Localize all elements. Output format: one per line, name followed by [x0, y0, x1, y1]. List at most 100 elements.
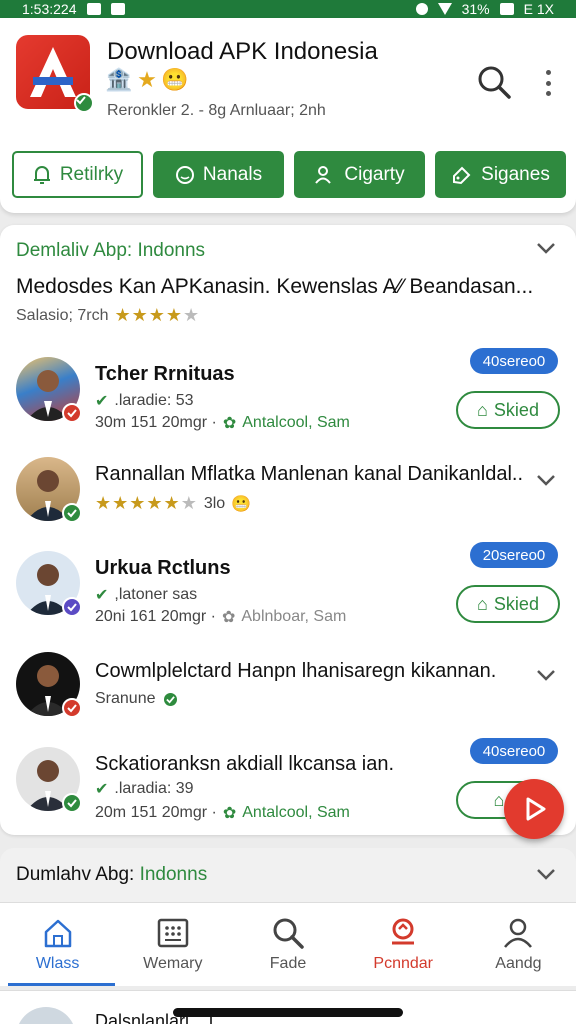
bottom-navigation: Wlass Wemary Fade Pcnndar Aandg: [0, 902, 576, 986]
list-item[interactable]: Sckatioranksn akdiall lkcansa ian. ✔ .lar…: [0, 738, 576, 833]
item-subline: ✔ ,latoner sas: [95, 585, 197, 605]
app-header-card: Download APK Indonesia 🏦 ★ 😬 Reronkler 2…: [0, 18, 576, 213]
verified-badge-icon: [161, 690, 179, 708]
item-meta: 20m 151 20mgr · ✿ Antalcool, Sam: [95, 803, 350, 823]
alarm-icon: [415, 3, 428, 15]
item-title: Urkua Rctluns: [95, 557, 231, 579]
nav-item-home[interactable]: Wlass: [0, 903, 116, 986]
section-meta: Salasio; 7rch ★★★★★: [16, 305, 200, 326]
saved-label: Skied: [493, 399, 539, 420]
status-time: 1:53:224: [22, 1, 77, 17]
bank-icon: 🏦: [105, 67, 133, 92]
item-title: Cowmlplelctard Hanpn lhanisaregn kikanna…: [95, 660, 497, 682]
profile-icon: [504, 918, 533, 948]
avatar: [16, 652, 82, 718]
item-time: 20m 151 20mgr ·: [95, 804, 217, 821]
nav-label: Fade: [269, 955, 307, 972]
avatar: [16, 1007, 76, 1024]
list-item[interactable]: Tcher Rrnituas ✔ .laradie: 53 30m 151 20m…: [0, 348, 576, 443]
bookmark-icon: ⌂: [493, 789, 505, 810]
action-button-1[interactable]: Retilrky: [12, 151, 143, 198]
star-icon: ★: [137, 67, 157, 92]
status-badge: 20sereo0: [470, 542, 558, 568]
nav-item-grid[interactable]: Wemary: [115, 903, 230, 986]
app-list-card: Demlaliv Abp: Indonns Medosdes Kan APKan…: [0, 225, 576, 835]
item-source: Antalcool, Sam: [242, 414, 350, 431]
more-options-button[interactable]: [538, 66, 558, 100]
bookmark-icon: ⌂: [477, 399, 488, 420]
rating-stars: ★★★★★: [114, 305, 201, 325]
item-source: Ablnboar, Sam: [241, 608, 347, 625]
app-subtitle: Reronkler 2. - 8g Arnluaar; 2nh: [107, 102, 326, 119]
wifi-icon: [437, 3, 452, 15]
nav-label: Wemary: [143, 955, 203, 972]
badge-icon: [62, 597, 82, 617]
users-icon: [315, 165, 332, 184]
section-title-suffix: Indonns: [139, 864, 208, 885]
nav-label: Aandg: [495, 955, 542, 972]
check-leaf-icon: ✔: [95, 587, 109, 604]
avatar: [16, 551, 82, 617]
emoji-icon: 😬: [161, 67, 189, 92]
action-label: Siganes: [481, 163, 550, 185]
action-label: Nanals: [202, 163, 263, 185]
action-button-4[interactable]: Siganes: [435, 151, 566, 198]
item-subline: ✔ .laradia: 39: [95, 779, 194, 799]
chevron-down-icon[interactable]: [536, 241, 556, 255]
chevron-down-icon[interactable]: [536, 867, 556, 881]
source-icon: ✿: [221, 609, 236, 626]
item-meta: 20ni 161 20mgr · ✿ Ablnboar, Sam: [95, 607, 346, 627]
peek-list-item[interactable]: Dalsnlanlarl ...l: [0, 990, 576, 1024]
search-button[interactable]: [476, 64, 512, 100]
action-button-3[interactable]: Cigarty: [294, 151, 425, 198]
avatar: [16, 357, 82, 423]
section-title: Dumlahv Abg: Indonns: [16, 864, 207, 886]
section-meta-text: Salasio; 7rch: [16, 306, 109, 324]
chevron-down-icon[interactable]: [536, 668, 556, 682]
list-item[interactable]: Urkua Rctluns ✔ ,latoner sas 20ni 161 20m…: [0, 542, 576, 637]
item-time: 20ni 161 20mgr ·: [95, 608, 216, 625]
nav-item-search[interactable]: Fade: [230, 903, 345, 986]
item-time: 30m 151 20mgr ·: [95, 414, 217, 431]
action-buttons: Retilrky Nanals Cigarty Siganes: [12, 151, 568, 198]
avatar: [16, 457, 82, 523]
item-title: Sckatioranksn akdiall lkcansa ian.: [95, 753, 395, 775]
nav-item-ticket[interactable]: Pcnndar: [346, 903, 461, 986]
status-badge: 40sereo0: [470, 738, 558, 764]
notification-icon: [110, 3, 125, 15]
app-logo[interactable]: [16, 35, 94, 113]
list-item[interactable]: Cowmlplelctard Hanpn lhanisaregn kikanna…: [0, 650, 576, 740]
play-fab-button[interactable]: [504, 779, 564, 839]
item-subtext: ,latoner sas: [114, 586, 198, 603]
smile-icon: [175, 165, 194, 184]
collapsed-section[interactable]: Dumlahv Abg: Indonns: [0, 848, 576, 904]
saved-button[interactable]: ⌂ Skied: [456, 585, 560, 623]
home-indicator[interactable]: [173, 1008, 403, 1017]
item-title: Rannallan Mflatka Manlenan kanal Danikan…: [95, 463, 524, 485]
verified-badge-icon: [62, 503, 82, 523]
nav-item-profile[interactable]: Aandg: [461, 903, 576, 986]
status-bar: 1:53:224 31% E 1X: [0, 0, 576, 18]
emoji-icon: 😬: [231, 495, 252, 513]
rating-text: 3lo: [203, 494, 226, 512]
source-icon: ✿: [222, 415, 237, 432]
verified-badge-icon: [74, 93, 94, 113]
chevron-down-icon[interactable]: [536, 473, 556, 487]
action-button-2[interactable]: Nanals: [153, 151, 284, 198]
bell-icon: [33, 165, 50, 184]
tag-icon: [453, 166, 471, 184]
item-subtext: .laradia: 39: [114, 780, 194, 797]
status-badge: 40sereo0: [470, 348, 558, 374]
source-icon: ✿: [222, 805, 237, 822]
item-meta: 30m 151 20mgr · ✿ Antalcool, Sam: [95, 413, 350, 433]
ticket-icon: [392, 918, 415, 945]
item-title: Tcher Rrnituas: [95, 363, 235, 385]
saved-button[interactable]: ⌂ Skied: [456, 391, 560, 429]
network-type: E 1X: [523, 1, 554, 17]
nav-label: Wlass: [35, 955, 80, 972]
grid-icon: [157, 918, 189, 948]
rating-stars: ★★★★★★: [95, 493, 198, 513]
item-subtext: Sranune: [95, 690, 156, 707]
app-badges: 🏦 ★ 😬: [105, 67, 189, 92]
list-item[interactable]: Rannallan Mflatka Manlenan kanal Danikan…: [0, 453, 576, 543]
